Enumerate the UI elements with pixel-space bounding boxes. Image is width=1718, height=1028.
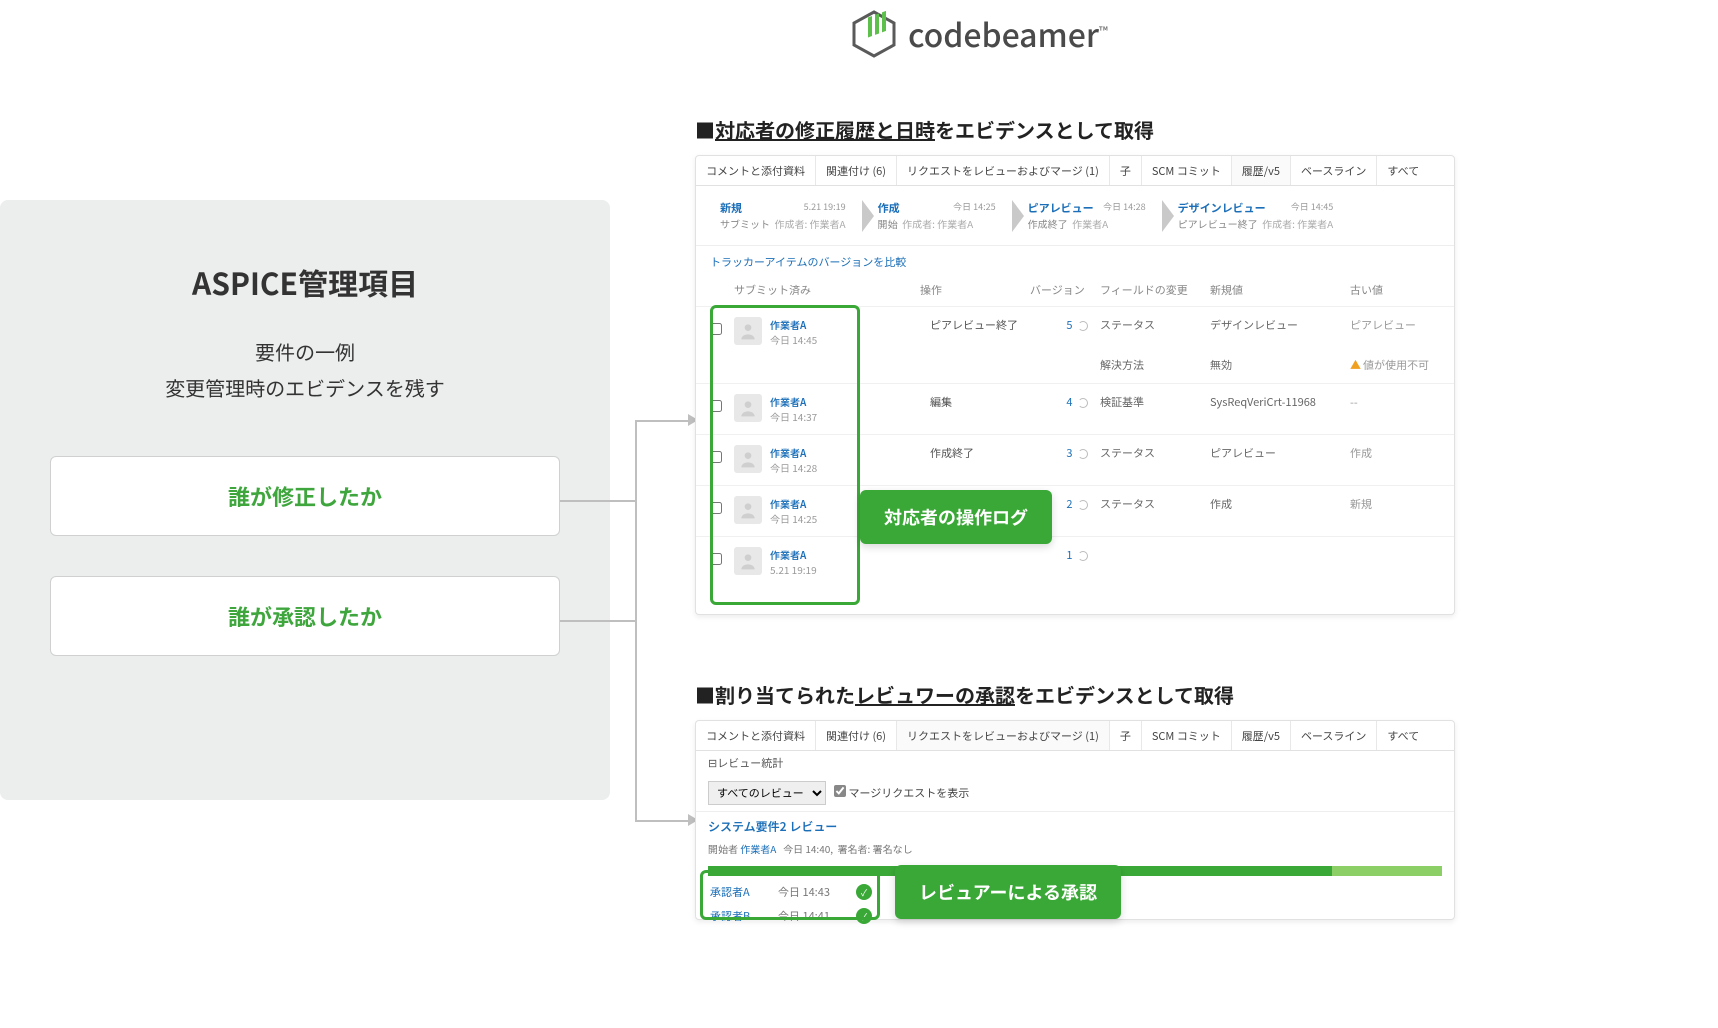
logo-icon (850, 10, 898, 58)
logo-text: codebeamer (908, 11, 1099, 57)
history-newv: デザインレビュー (1210, 317, 1350, 333)
tab-comments[interactable]: コメントと添付資料 (696, 156, 815, 185)
history-field: ステータス (1100, 445, 1210, 461)
wf-step-design: 今日 14:45 デザインレビュー ピアレビュー終了 作成者: 作業者A (1166, 196, 1354, 235)
history-row: 作業者A今日 14:45 ピアレビュー終了5 ステータスデザインレビューピアレビュ… (696, 306, 1454, 357)
review-title: システム要件2 レビュー (696, 812, 1454, 841)
history-field: ステータス (1100, 317, 1210, 333)
wf-step-create: 今日 14:25 作成 開始 作成者: 作業者A (866, 196, 1016, 235)
check-icon: ✓ (856, 908, 872, 924)
history-field: 解決方法 (1100, 357, 1210, 373)
sync-icon (1078, 500, 1088, 510)
warning-icon: ▲ (1350, 357, 1361, 373)
history-version[interactable]: 5 (1040, 317, 1100, 333)
history-op: 編集 (930, 394, 1040, 410)
sync-icon (1078, 321, 1088, 331)
approval-time: 今日 14:41 (778, 908, 848, 924)
section1-heading: ■対応者の修正履歴と日時をエビデンスとして取得 (695, 115, 1154, 144)
avatar-icon (734, 445, 762, 473)
tab-all[interactable]: すべて (1376, 156, 1429, 185)
history-op: 作成終了 (930, 445, 1040, 461)
history-oldv: 作成 (1350, 445, 1440, 461)
row-checkbox[interactable] (710, 323, 722, 335)
row-checkbox[interactable] (710, 502, 722, 514)
history-newv: 作成 (1210, 496, 1350, 512)
tab-review-merge[interactable]: リクエストをレビューおよびマージ (1) (896, 156, 1109, 185)
history-newv: 無効 (1210, 357, 1350, 373)
tab2-scm[interactable]: SCM コミット (1141, 721, 1231, 750)
tab-children[interactable]: 子 (1109, 156, 1141, 185)
row-checkbox[interactable] (710, 553, 722, 565)
history-row: 作業者A今日 14:37 編集4 検証基準SysReqVeriCrt-11968-… (696, 383, 1454, 434)
history-oldv: ▲値が使用不可 (1350, 357, 1440, 373)
history-row: 作業者A5.21 19:19 1 (696, 536, 1454, 587)
codebeamer-logo: codebeamer™ (850, 10, 1108, 58)
review-filter-select[interactable]: すべてのレビュー (708, 781, 826, 805)
sync-icon (1078, 398, 1088, 408)
section2-heading: ■割り当てられたレビュワーの承認をエビデンスとして取得 (695, 680, 1234, 709)
aspice-panel: ASPICE管理項目 要件の一例 変更管理時のエビデンスを残す 誰が修正したか … (0, 200, 610, 800)
callout-approvals: レビュアーによる承認 (895, 865, 1121, 919)
avatar-icon (734, 496, 762, 524)
history-row: 解決方法無効▲値が使用不可 (696, 357, 1454, 383)
history-who: 作業者A今日 14:37 (770, 394, 817, 424)
history-version[interactable]: 3 (1040, 445, 1100, 461)
tab2-all[interactable]: すべて (1376, 721, 1429, 750)
approver-name: 承認者A (710, 884, 770, 900)
history-op: ピアレビュー終了 (930, 317, 1040, 333)
aspice-subtitle: 要件の一例 変更管理時のエビデンスを残す (50, 334, 560, 406)
history-who: 作業者A5.21 19:19 (770, 547, 817, 577)
history-field: 検証基準 (1100, 394, 1210, 410)
tab2-relations[interactable]: 関連付け (6) (815, 721, 896, 750)
avatar-icon (734, 547, 762, 575)
workflow-steps: 5.21 19:19 新規 サブミット 作成者: 作業者A 今日 14:25 作… (696, 186, 1454, 246)
sync-icon (1078, 551, 1088, 561)
tab2-comments[interactable]: コメントと添付資料 (696, 721, 815, 750)
avatar-icon (734, 394, 762, 422)
history-row: 作業者A今日 14:28 作成終了3 ステータスピアレビュー作成 (696, 434, 1454, 485)
check-icon: ✓ (856, 884, 872, 900)
aspice-title: ASPICE管理項目 (50, 260, 560, 304)
tab2-children[interactable]: 子 (1109, 721, 1141, 750)
history-newv: ピアレビュー (1210, 445, 1350, 461)
trademark: ™ (1099, 22, 1108, 39)
merge-request-checkbox[interactable]: マージリクエストを表示 (834, 785, 969, 801)
who-modified-button[interactable]: 誰が修正したか (50, 456, 560, 536)
compare-versions-link[interactable]: トラッカーアイテムのバージョンを比較 (696, 246, 1454, 278)
tab-relations[interactable]: 関連付け (6) (815, 156, 896, 185)
tabs-bar: コメントと添付資料 関連付け (6) リクエストをレビューおよびマージ (1) … (696, 156, 1454, 186)
history-newv: SysReqVeriCrt-11968 (1210, 394, 1350, 410)
avatar-icon (734, 317, 762, 345)
history-headers: サブミット済み 操作 バージョン フィールドの変更 新規値 古い値 (696, 278, 1454, 306)
history-version[interactable]: 1 (1040, 547, 1100, 563)
history-row: 作業者A今日 14:252 ステータス作成新規 (696, 485, 1454, 536)
history-who: 作業者A今日 14:45 (770, 317, 817, 347)
history-who: 作業者A今日 14:28 (770, 445, 817, 475)
history-screenshot: コメントと添付資料 関連付け (6) リクエストをレビューおよびマージ (1) … (695, 155, 1455, 615)
who-approved-button[interactable]: 誰が承認したか (50, 576, 560, 656)
history-version[interactable]: 4 (1040, 394, 1100, 410)
sync-icon (1078, 449, 1088, 459)
history-oldv: ピアレビュー (1350, 317, 1440, 333)
approver-name: 承認者B (710, 908, 770, 924)
wf-step-new: 5.21 19:19 新規 サブミット 作成者: 作業者A (708, 196, 866, 235)
callout-operator-log: 対応者の操作ログ (860, 490, 1052, 544)
tab-scm[interactable]: SCM コミット (1141, 156, 1231, 185)
history-oldv: 新規 (1350, 496, 1440, 512)
row-checkbox[interactable] (710, 451, 722, 463)
tab2-baseline[interactable]: ベースライン (1290, 721, 1376, 750)
history-oldv: -- (1350, 394, 1440, 410)
tab-history[interactable]: 履歴/v5 (1231, 156, 1290, 185)
tab2-history[interactable]: 履歴/v5 (1231, 721, 1290, 750)
row-checkbox[interactable] (710, 400, 722, 412)
wf-step-peer: 今日 14:28 ピアレビュー 作成終了 作業者A (1016, 196, 1166, 235)
history-who: 作業者A今日 14:25 (770, 496, 817, 526)
review-stats-label: ⊟レビュー統計 (696, 751, 1454, 775)
approval-time: 今日 14:43 (778, 884, 848, 900)
review-meta: 開始者 作業者A 今日 14:40, 署名者: 署名なし (696, 841, 1454, 862)
tab2-review-merge[interactable]: リクエストをレビューおよびマージ (1) (896, 721, 1109, 750)
history-field: ステータス (1100, 496, 1210, 512)
tab-baseline[interactable]: ベースライン (1290, 156, 1376, 185)
tabs-bar-2: コメントと添付資料 関連付け (6) リクエストをレビューおよびマージ (1) … (696, 721, 1454, 751)
